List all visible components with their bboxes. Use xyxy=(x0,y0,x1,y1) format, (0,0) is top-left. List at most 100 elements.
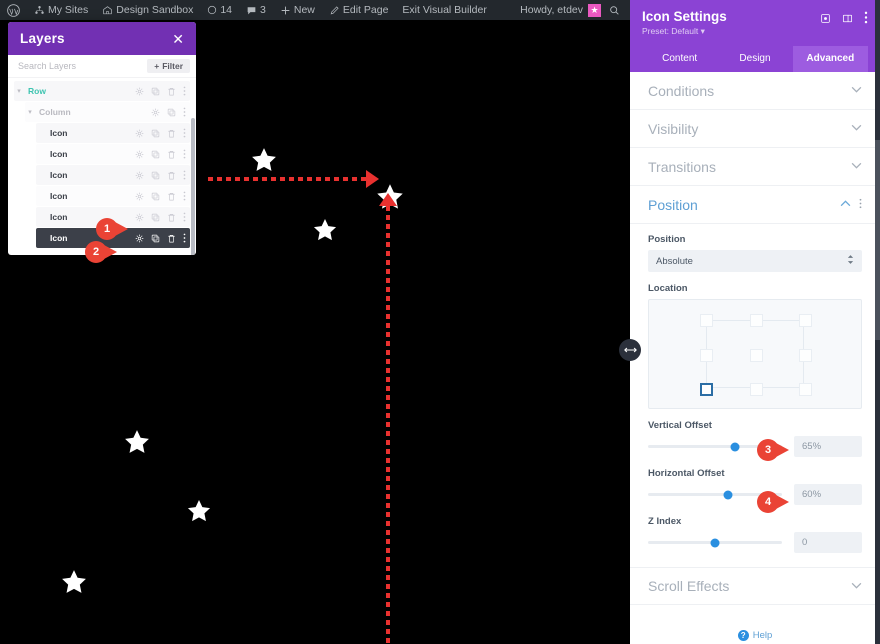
location-cell-r2-c2[interactable] xyxy=(799,383,812,396)
z-index-label: Z Index xyxy=(648,516,682,527)
kebab-icon[interactable] xyxy=(864,11,868,29)
kebab-icon[interactable] xyxy=(183,86,186,96)
layer-name-label: Icon xyxy=(50,128,68,138)
trash-icon[interactable] xyxy=(167,87,176,96)
star-icon[interactable] xyxy=(312,217,338,247)
wordpress-logo-icon[interactable] xyxy=(0,0,27,20)
section-position[interactable]: Position xyxy=(630,186,880,224)
position-select[interactable]: Absolute xyxy=(648,250,862,272)
duplicate-icon[interactable] xyxy=(151,129,160,138)
section-position-label: Position xyxy=(648,196,698,213)
star-icon[interactable] xyxy=(250,146,278,178)
wp-admin-bar: My Sites Design Sandbox 14 3 New Edit Pa… xyxy=(0,0,630,20)
layer-row-actions xyxy=(135,86,186,96)
my-sites-menu[interactable]: My Sites xyxy=(27,0,95,20)
preset-selector[interactable]: Preset: Default ▾ xyxy=(642,26,727,37)
location-cell-r1-c2[interactable] xyxy=(799,348,812,362)
edit-page-item[interactable]: Edit Page xyxy=(322,0,396,20)
duplicate-icon[interactable] xyxy=(151,234,160,243)
gear-icon[interactable] xyxy=(135,87,144,96)
location-cell-r0-c2[interactable] xyxy=(799,314,812,327)
trash-icon[interactable] xyxy=(167,150,176,159)
gear-icon[interactable] xyxy=(135,129,144,138)
section-visibility[interactable]: Visibility xyxy=(630,110,880,148)
chevron-up-icon[interactable] xyxy=(840,199,851,210)
kebab-icon[interactable] xyxy=(183,233,186,243)
chevron-down-icon[interactable]: ▾ xyxy=(25,108,35,116)
kebab-icon[interactable] xyxy=(859,198,862,212)
gear-icon[interactable] xyxy=(135,213,144,222)
tab-advanced[interactable]: Advanced xyxy=(792,46,868,72)
location-cell-r2-c0[interactable] xyxy=(700,383,713,396)
site-name-menu[interactable]: Design Sandbox xyxy=(95,0,200,20)
admin-bar-account[interactable]: Howdy, etdev ★ xyxy=(520,3,630,17)
gear-icon[interactable] xyxy=(135,171,144,180)
section-scroll-effects[interactable]: Scroll Effects xyxy=(630,567,880,605)
slider-knob[interactable] xyxy=(723,490,733,499)
exit-visual-builder-button[interactable]: Exit Visual Builder xyxy=(395,0,493,20)
settings-scrollbar-track[interactable] xyxy=(875,0,880,644)
horizontal-offset-value[interactable]: 60% xyxy=(794,484,862,505)
kebab-icon[interactable] xyxy=(183,149,186,159)
slider-knob[interactable] xyxy=(710,538,720,547)
panel-resize-handle[interactable] xyxy=(619,339,641,361)
location-cell-r0-c0[interactable] xyxy=(700,314,713,327)
search-icon[interactable] xyxy=(601,5,626,16)
duplicate-icon[interactable] xyxy=(151,192,160,201)
z-index-value[interactable]: 0 xyxy=(794,532,862,553)
layer-name-label: Row xyxy=(28,86,46,96)
tab-design[interactable]: Design xyxy=(717,46,792,72)
location-cell-r2-c1[interactable] xyxy=(749,383,763,396)
filter-button[interactable]: + Filter xyxy=(147,59,190,73)
slider-knob[interactable] xyxy=(730,442,740,451)
kebab-icon[interactable] xyxy=(183,107,186,117)
close-icon[interactable]: ✕ xyxy=(172,32,184,46)
help-link[interactable]: ? Help xyxy=(630,626,880,644)
gear-icon[interactable] xyxy=(135,192,144,201)
chevron-down-icon[interactable]: ▾ xyxy=(14,87,24,95)
star-icon[interactable] xyxy=(123,428,151,460)
location-cell-r1-c1[interactable] xyxy=(749,348,763,362)
duplicate-icon[interactable] xyxy=(151,213,160,222)
location-picker[interactable] xyxy=(648,299,862,409)
layer-row-row-0[interactable]: ▾ Row xyxy=(14,81,190,101)
duplicate-icon[interactable] xyxy=(151,87,160,96)
section-conditions[interactable]: Conditions xyxy=(630,72,880,110)
layers-scrollbar[interactable] xyxy=(191,118,195,255)
kebab-icon[interactable] xyxy=(183,212,186,222)
trash-icon[interactable] xyxy=(167,213,176,222)
z-index-slider[interactable] xyxy=(648,538,782,547)
layer-row-icon-4[interactable]: Icon xyxy=(36,165,190,185)
trash-icon[interactable] xyxy=(167,192,176,201)
kebab-icon[interactable] xyxy=(183,128,186,138)
location-cell-r1-c0[interactable] xyxy=(700,348,713,362)
responsive-icon[interactable] xyxy=(820,11,831,29)
new-content-menu[interactable]: New xyxy=(273,0,322,20)
search-input[interactable]: Search Layers xyxy=(18,61,76,71)
tab-content[interactable]: Content xyxy=(642,46,717,72)
trash-icon[interactable] xyxy=(167,129,176,138)
revisions-item[interactable]: 14 xyxy=(200,0,239,20)
section-transitions[interactable]: Transitions xyxy=(630,148,880,186)
gear-icon[interactable] xyxy=(135,150,144,159)
trash-icon[interactable] xyxy=(167,171,176,180)
gear-icon[interactable] xyxy=(151,108,160,117)
settings-scrollbar-thumb[interactable] xyxy=(875,140,880,340)
layer-row-column-1[interactable]: ▾ Column xyxy=(25,102,190,122)
star-icon[interactable] xyxy=(60,568,88,600)
layer-row-icon-5[interactable]: Icon xyxy=(36,186,190,206)
comments-item[interactable]: 3 xyxy=(239,0,273,20)
star-icon[interactable] xyxy=(186,498,212,528)
trash-icon[interactable] xyxy=(167,234,176,243)
duplicate-icon[interactable] xyxy=(167,108,176,117)
location-cell-r0-c1[interactable] xyxy=(749,314,763,327)
layout-icon[interactable] xyxy=(842,11,853,29)
duplicate-icon[interactable] xyxy=(151,171,160,180)
vertical-offset-value[interactable]: 65% xyxy=(794,436,862,457)
kebab-icon[interactable] xyxy=(183,191,186,201)
gear-icon[interactable] xyxy=(135,234,144,243)
kebab-icon[interactable] xyxy=(183,170,186,180)
layer-row-icon-3[interactable]: Icon xyxy=(36,144,190,164)
layer-row-icon-2[interactable]: Icon xyxy=(36,123,190,143)
duplicate-icon[interactable] xyxy=(151,150,160,159)
